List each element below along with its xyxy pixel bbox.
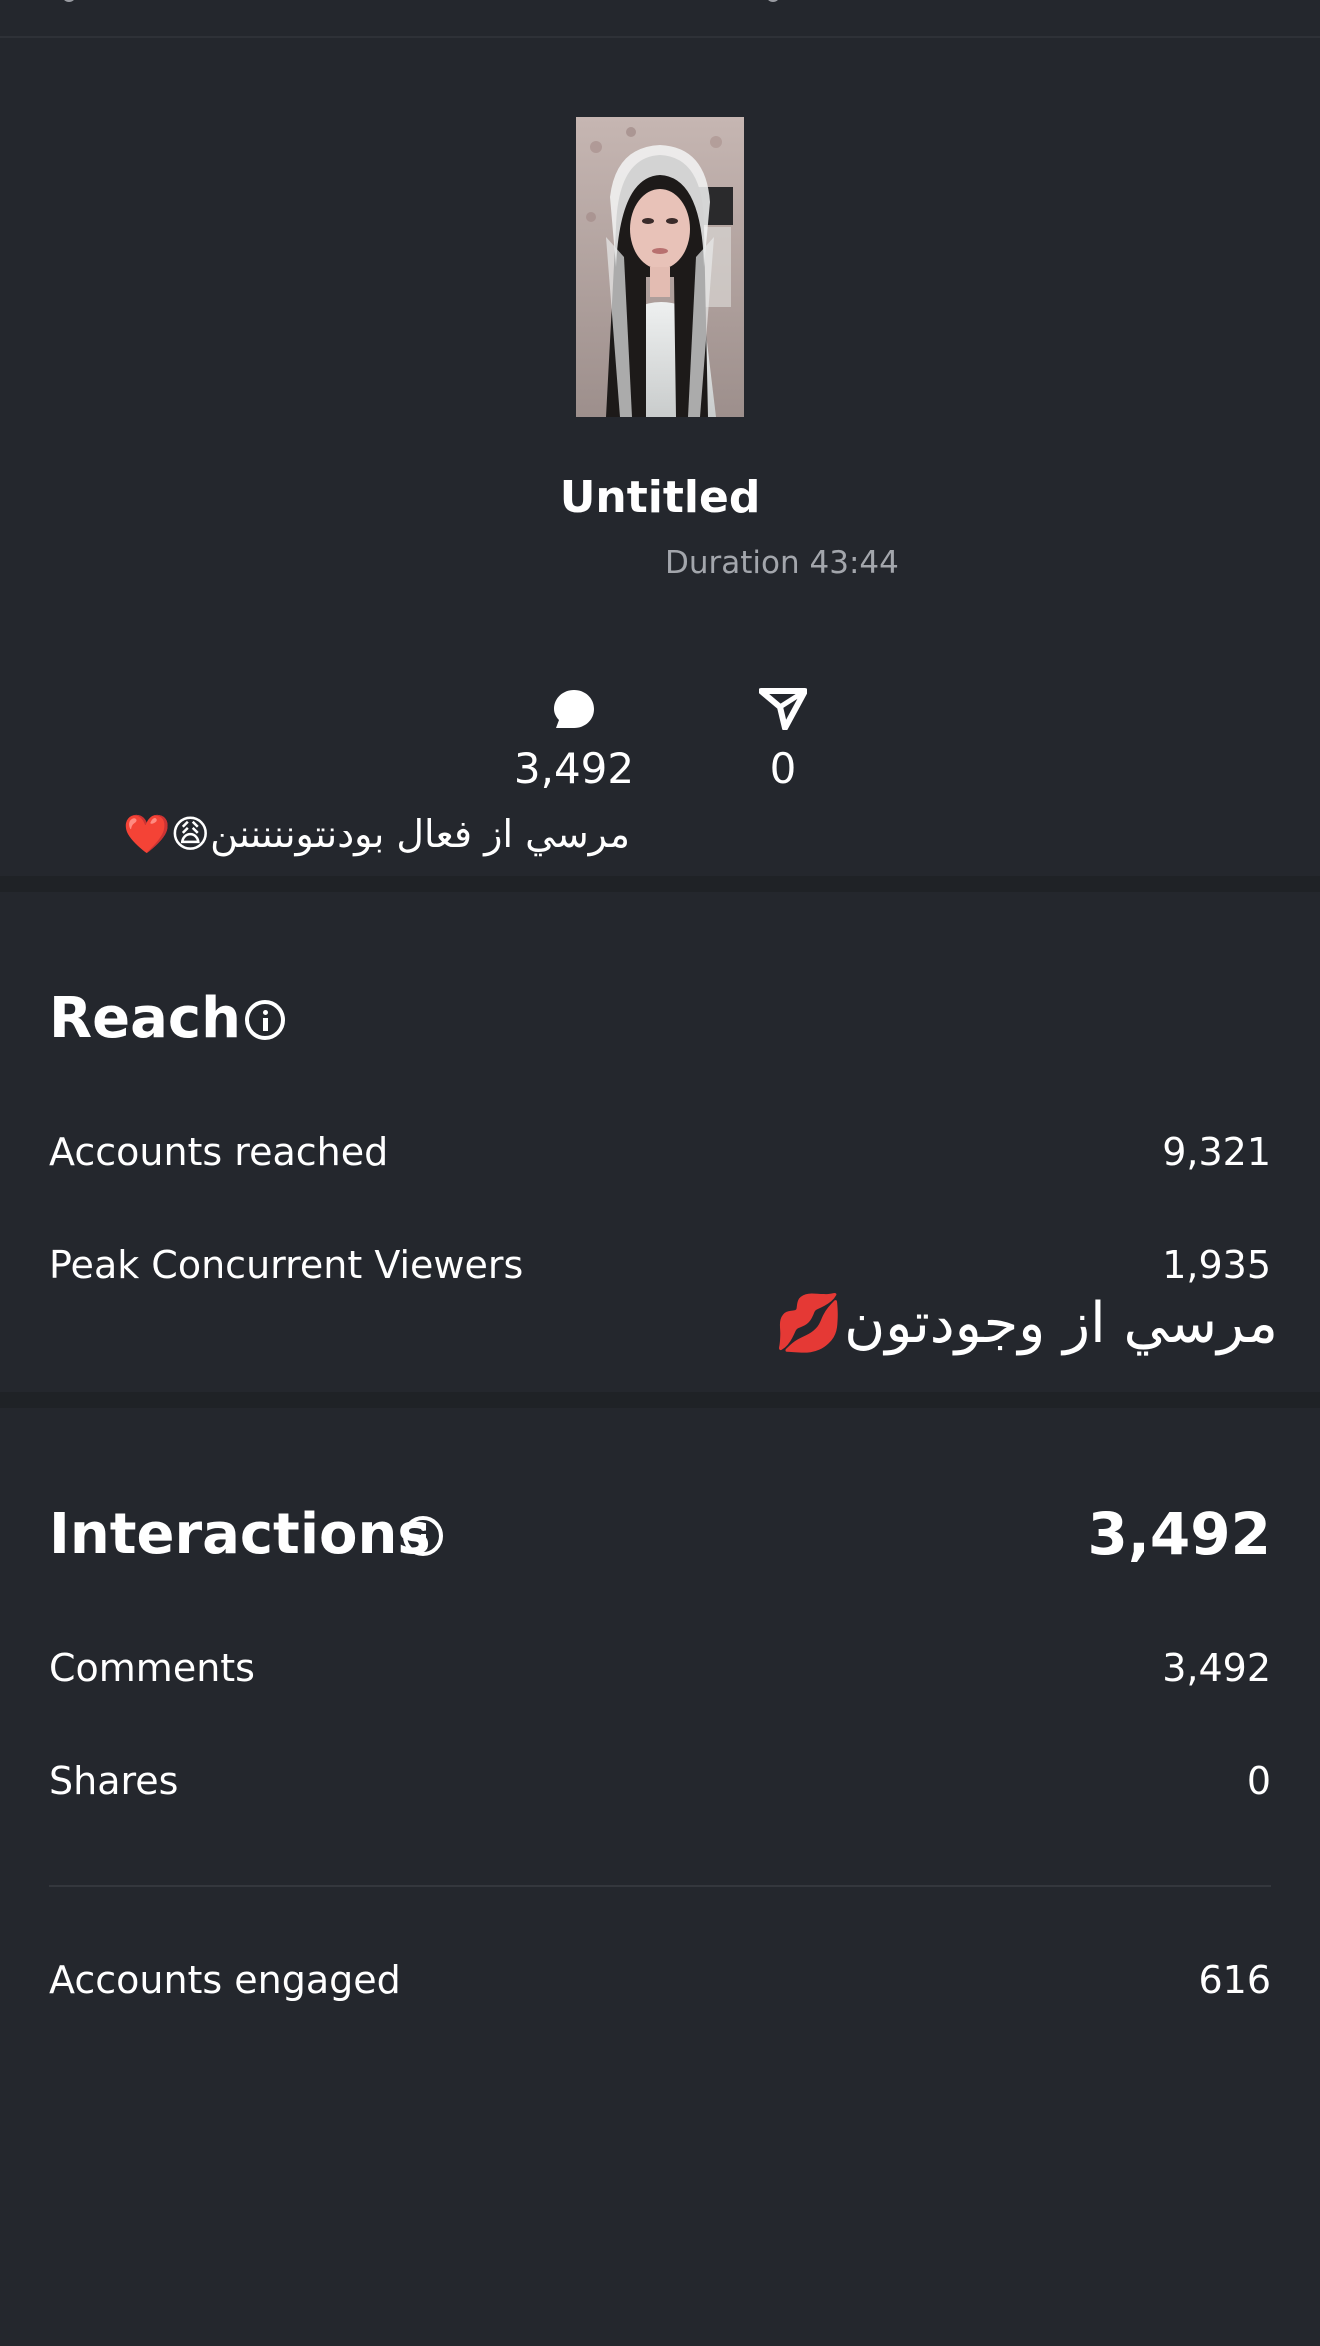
thumbnail-image xyxy=(576,117,744,417)
shares-metric: 0 xyxy=(703,688,863,793)
comment-overlay-large: مرسي از وجودتون💋 xyxy=(774,1291,1278,1356)
interactions-heading: Interactions xyxy=(49,1502,431,1567)
comments-value: 3,492 xyxy=(1162,1646,1271,1690)
comments-label: Comments xyxy=(49,1646,255,1690)
comments-metric: 3,492 xyxy=(494,688,654,793)
section-divider xyxy=(0,1392,1320,1408)
section-divider xyxy=(0,876,1320,892)
accounts-engaged-label: Accounts engaged xyxy=(49,1958,401,2002)
paper-plane-icon xyxy=(759,688,807,730)
live-video-thumbnail[interactable] xyxy=(576,117,744,417)
shares-count: 0 xyxy=(769,744,797,793)
shares-label: Shares xyxy=(49,1759,179,1803)
shares-value: 0 xyxy=(1246,1759,1271,1803)
comments-count: 3,492 xyxy=(513,744,635,793)
comment-overlay-small: مرسي از فعال بودنتونننننن😩❤️ xyxy=(123,812,630,856)
top-bar xyxy=(0,0,1320,38)
comment-bubble-icon xyxy=(554,690,594,728)
interactions-total: 3,492 xyxy=(1087,1500,1271,1568)
reach-heading: Reach xyxy=(49,986,241,1051)
accounts-engaged-value: 616 xyxy=(1198,1958,1271,2002)
reach-info-icon[interactable] xyxy=(245,1000,285,1040)
back-icon[interactable] xyxy=(62,0,76,2)
row-separator xyxy=(49,1885,1271,1887)
peak-viewers-label: Peak Concurrent Viewers xyxy=(49,1243,524,1287)
interactions-info-icon[interactable] xyxy=(403,1516,443,1556)
peak-viewers-value: 1,935 xyxy=(1162,1243,1271,1287)
live-duration: Duration 43:44 xyxy=(665,545,899,581)
live-title: Untitled xyxy=(559,472,761,523)
status-icon xyxy=(766,0,780,2)
accounts-reached-label: Accounts reached xyxy=(49,1130,389,1174)
accounts-reached-value: 9,321 xyxy=(1162,1130,1271,1174)
